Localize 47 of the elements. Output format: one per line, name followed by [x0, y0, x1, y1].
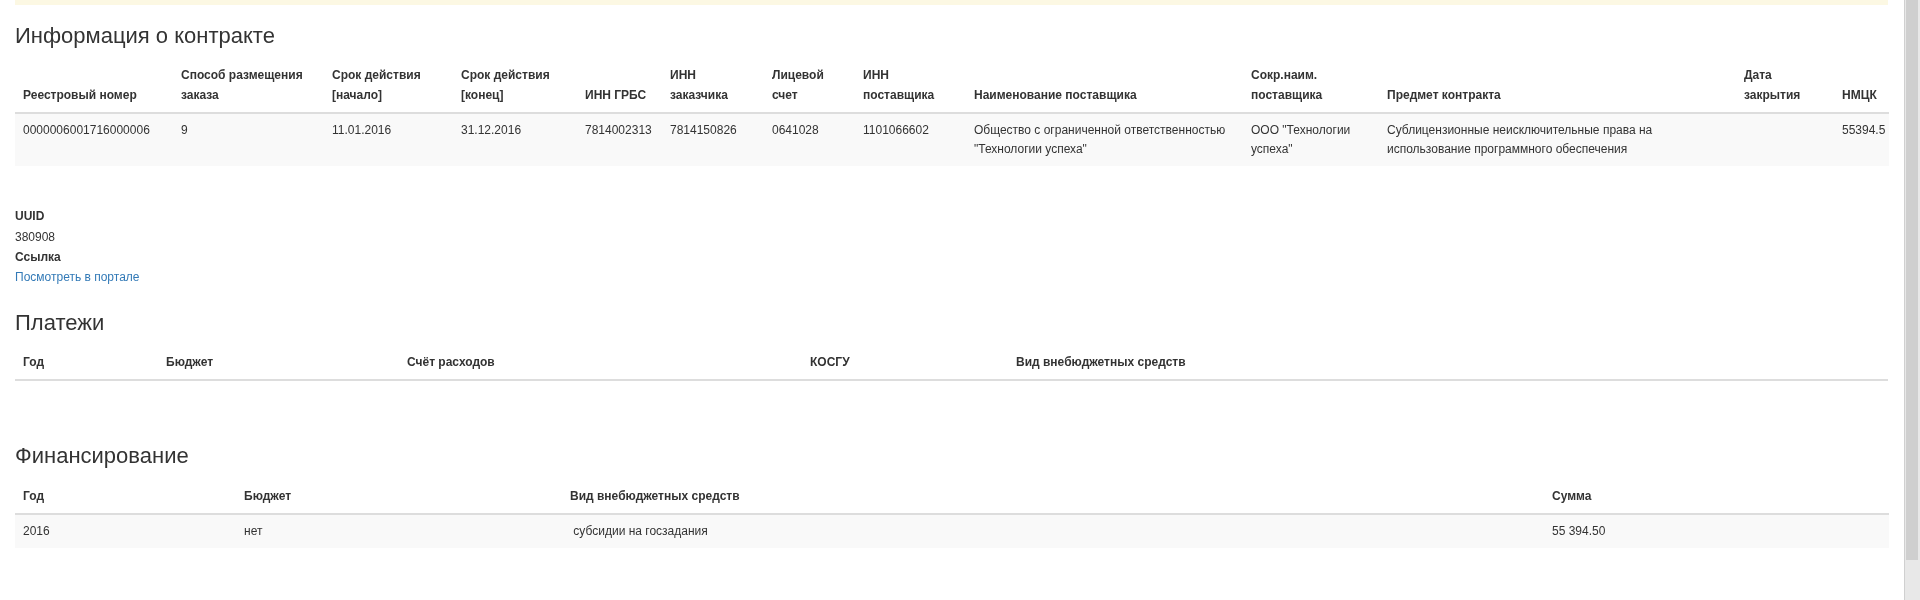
- column-header: Срок действия [конец]: [453, 59, 577, 113]
- column-header: ИНН поставщика: [855, 59, 966, 113]
- table-cell: нет: [244, 523, 263, 538]
- table-cell-text: субсидии на госзадания: [572, 523, 708, 538]
- column-header: Наименование поставщика: [966, 59, 1243, 113]
- column-header: Бюджет: [158, 346, 399, 381]
- column-header: Способ размещения заказа: [173, 59, 324, 113]
- table-cell-text: Сублицензионные неисключительные права на использование программного обеспечения: [1387, 122, 1654, 156]
- field-value: 380908: [15, 229, 56, 244]
- column-header: Год: [15, 346, 158, 381]
- column-header: Счёт расходов: [399, 346, 802, 381]
- field-label: Ссылка: [15, 248, 62, 266]
- column-header: КОСГУ: [802, 346, 1008, 381]
- table-cell-text: ООО "Технологии успеха": [1251, 122, 1352, 156]
- table-cell: 55 394.50: [1552, 523, 1606, 538]
- table-cell-text: Общество с ограниченной ответственностью "Технологии успеха": [974, 122, 1227, 156]
- table-cell: 2016: [23, 523, 50, 538]
- section-title: Информация о контракте: [15, 23, 276, 50]
- column-header: Реестровый номер: [15, 59, 173, 113]
- scrollbar[interactable]: [1904, 0, 1920, 600]
- scrollbar-thumb[interactable]: [1906, 0, 1918, 560]
- column-header: Предмет контракта: [1379, 59, 1736, 113]
- column-header: Сумма: [1544, 479, 1889, 514]
- table-cell: 7814002313: [585, 122, 652, 137]
- column-header: Срок действия [начало]: [324, 59, 453, 113]
- column-header: Лицевой счет: [764, 59, 855, 113]
- table-cell: 7814150826: [670, 122, 737, 137]
- table-cell: 31.12.2016: [461, 122, 522, 137]
- table-cell: 9: [181, 122, 188, 137]
- column-header: Сокр.наим. поставщика: [1243, 59, 1379, 113]
- column-header: Вид внебюджетных средств: [1008, 346, 1888, 381]
- column-header: Дата закрытия: [1736, 59, 1834, 113]
- table-cell: 11.01.2016: [332, 122, 392, 137]
- section-title: Платежи: [15, 309, 106, 337]
- table-cell: 1101066602: [863, 122, 929, 137]
- column-header: ИНН ГРБС: [577, 59, 662, 113]
- column-header: Вид внебюджетных средств: [562, 479, 1544, 514]
- table-cell: 0000006001716000006: [23, 122, 150, 137]
- field-label: UUID: [15, 208, 46, 226]
- table-cell: 0641028: [772, 122, 819, 137]
- column-header: НМЦК: [1834, 59, 1889, 113]
- section-title: Финансирование: [15, 443, 190, 470]
- column-header: ИНН заказчика: [662, 59, 764, 113]
- column-header: Год: [15, 479, 236, 514]
- column-header: Бюджет: [236, 479, 562, 514]
- portal-link[interactable]: Посмотреть в портале: [15, 270, 140, 285]
- table-cell: 55394.5: [1842, 122, 1886, 137]
